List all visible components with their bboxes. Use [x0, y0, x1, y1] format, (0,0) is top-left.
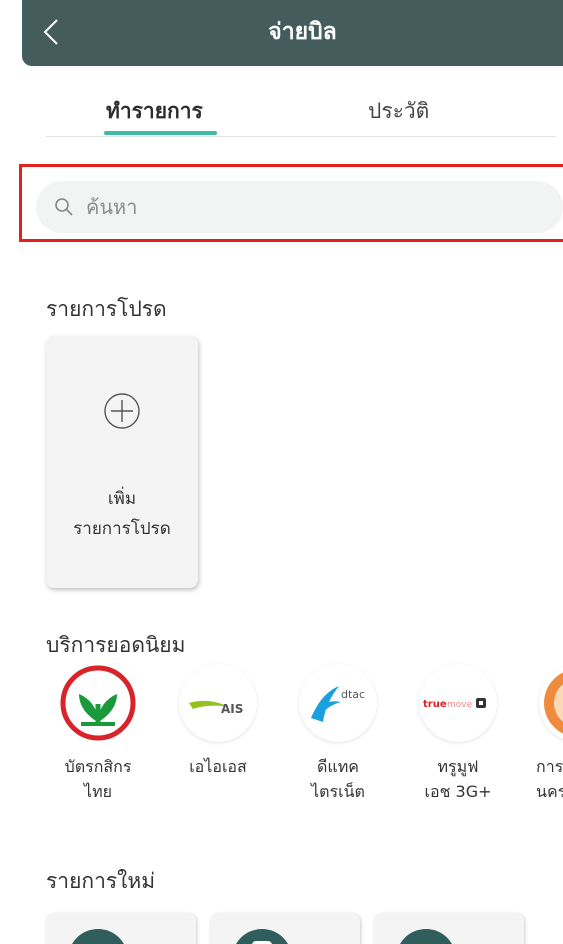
add-favorite-card[interactable]: เพิ่ม รายการโปรด: [46, 336, 198, 588]
active-tab-indicator: [104, 131, 217, 135]
truemove-logo: true move: [419, 664, 497, 742]
search-highlight-box: [19, 164, 563, 242]
service-name-line1: บัตรกสิกร: [64, 757, 132, 776]
kbank-logo: [59, 664, 137, 742]
new-item-icon: [396, 929, 456, 944]
tab-bar: ทำรายการ ประวัติ: [46, 90, 556, 138]
service-name: ดีแทค ไตรเน็ต: [286, 754, 390, 804]
popular-heading: บริการยอดนิยม: [46, 633, 186, 657]
truemove-logo-text2: move: [447, 700, 473, 710]
ais-logo-text: AIS: [221, 702, 243, 716]
service-name: เอไอเอส: [166, 754, 270, 779]
service-name-line2: นคร: [536, 782, 563, 801]
page-title: จ่ายบิล: [268, 19, 337, 45]
add-favorite-label: เพิ่ม รายการโปรด: [46, 484, 198, 544]
new-item-icon: [68, 929, 128, 944]
ais-logo: AIS: [179, 664, 257, 742]
favorites-heading: รายการโปรด: [46, 297, 167, 321]
bill-payment-screen: จ่ายบิล ทำรายการ ประวัติ รายการโปรด เพิ่…: [0, 0, 563, 944]
service-name-line1: ดีแทค: [317, 757, 359, 776]
truemove-logo-text: true: [423, 699, 447, 710]
service-name-line2: ไตรเน็ต: [311, 782, 365, 801]
dtac-logo: dtac: [299, 664, 377, 742]
app-header: จ่ายบิล: [22, 0, 563, 66]
new-items-list: [46, 913, 563, 944]
service-name-line1: ทรูมูฟ: [437, 757, 479, 776]
mea-logo: [539, 664, 563, 742]
service-name-line1: เอไอเอส: [189, 757, 247, 776]
add-favorite-line1: เพิ่ม: [107, 489, 137, 509]
dtac-logo-text: dtac: [341, 688, 365, 701]
popular-services-list: บัตรกสิกร ไทย AIS เอไอเอส dtac ดีแทค ไตร…: [46, 664, 563, 824]
tab-divider: [46, 136, 556, 137]
new-item-card[interactable]: [210, 913, 360, 944]
service-name-line1: การ: [536, 757, 563, 776]
add-circle-icon: [104, 393, 140, 429]
service-name: การ นคร: [536, 754, 563, 804]
new-item-card[interactable]: [374, 913, 524, 944]
add-favorite-line2: รายการโปรด: [73, 519, 171, 539]
service-name-line2: ไทย: [84, 782, 112, 801]
new-item-card[interactable]: [46, 913, 196, 944]
new-items-heading: รายการใหม่: [46, 869, 156, 893]
service-name: ทรูมูฟ เอช 3G+: [406, 754, 510, 804]
service-name: บัตรกสิกร ไทย: [46, 754, 150, 804]
tab-history[interactable]: ประวัติ: [368, 96, 429, 126]
service-name-line2: เอช 3G+: [424, 782, 492, 801]
tab-transaction[interactable]: ทำรายการ: [106, 96, 203, 126]
